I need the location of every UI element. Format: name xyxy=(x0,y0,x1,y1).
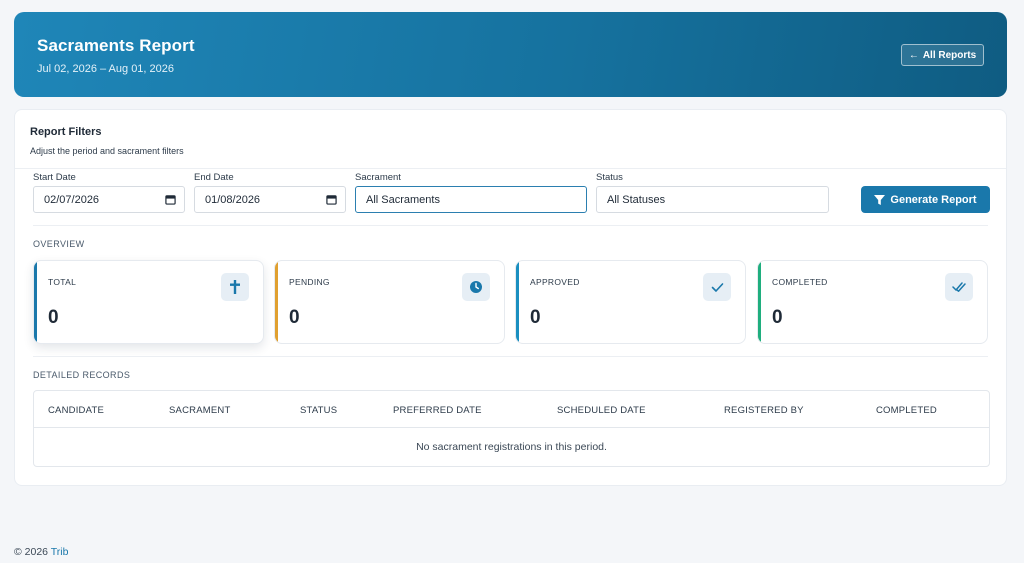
check-icon xyxy=(703,273,731,301)
column-header: SCHEDULED DATE xyxy=(557,405,646,416)
stat-value: 0 xyxy=(289,307,300,328)
column-header: COMPLETED xyxy=(876,405,937,416)
filters-title: Report Filters xyxy=(30,126,102,138)
divider xyxy=(33,225,988,226)
records-table: CANDIDATE SACRAMENT STATUS PREFERRED DAT… xyxy=(33,390,990,467)
stat-accent-bar xyxy=(516,261,519,343)
empty-state-message: No sacrament registrations in this perio… xyxy=(416,441,607,453)
page-title: Sacraments Report xyxy=(37,36,195,55)
stat-value: 0 xyxy=(48,307,59,328)
filters-description: Adjust the period and sacrament filters xyxy=(30,146,184,156)
cross-icon xyxy=(221,273,249,301)
generate-report-button[interactable]: Generate Report xyxy=(861,186,990,213)
stat-label: APPROVED xyxy=(530,277,580,287)
stat-value: 0 xyxy=(530,307,541,328)
stat-label: TOTAL xyxy=(48,277,77,287)
stat-value: 0 xyxy=(772,307,783,328)
arrow-left-icon: ← xyxy=(908,49,919,61)
stat-accent-bar xyxy=(34,261,37,343)
stat-label: PENDING xyxy=(289,277,330,287)
calendar-icon[interactable] xyxy=(165,194,176,205)
status-select[interactable]: All Statuses xyxy=(596,186,829,213)
start-date-input[interactable]: 02/07/2026 xyxy=(33,186,185,213)
start-date-value: 02/07/2026 xyxy=(44,193,100,206)
clock-icon xyxy=(462,273,490,301)
date-range-subtitle: Jul 02, 2026 – Aug 01, 2026 xyxy=(37,63,175,75)
column-header: STATUS xyxy=(300,405,338,416)
sacrament-select[interactable]: All Sacraments xyxy=(355,186,587,213)
calendar-icon[interactable] xyxy=(326,194,337,205)
brand-link[interactable]: Trib xyxy=(51,546,69,558)
footer: © 2026 Trib xyxy=(14,546,68,558)
report-header: Sacraments Report Jul 02, 2026 – Aug 01,… xyxy=(14,12,1007,97)
stat-accent-bar xyxy=(758,261,761,343)
stat-label: COMPLETED xyxy=(772,277,828,287)
sacrament-label: Sacrament xyxy=(355,172,401,183)
overview-label: OVERVIEW xyxy=(33,239,85,249)
column-header: REGISTERED BY xyxy=(724,405,804,416)
stat-card-approved: APPROVED 0 xyxy=(515,260,746,344)
copyright-text: © 2026 xyxy=(14,546,49,558)
double-check-icon xyxy=(945,273,973,301)
end-date-input[interactable]: 01/08/2026 xyxy=(194,186,346,213)
status-label: Status xyxy=(596,172,623,183)
generate-report-label: Generate Report xyxy=(890,193,977,206)
filter-icon xyxy=(874,194,886,205)
end-date-label: End Date xyxy=(194,172,234,183)
detailed-records-label: DETAILED RECORDS xyxy=(33,370,131,380)
column-header: CANDIDATE xyxy=(48,405,104,416)
table-header: CANDIDATE SACRAMENT STATUS PREFERRED DAT… xyxy=(34,391,989,428)
stat-card-completed: COMPLETED 0 xyxy=(757,260,988,344)
all-reports-button[interactable]: ← All Reports xyxy=(901,44,984,66)
stat-card-total: TOTAL 0 xyxy=(33,260,264,344)
start-date-label: Start Date xyxy=(33,172,76,183)
stat-card-pending: PENDING 0 xyxy=(274,260,505,344)
divider xyxy=(33,356,988,357)
divider xyxy=(15,168,1006,169)
status-value: All Statuses xyxy=(607,193,666,206)
stat-accent-bar xyxy=(275,261,278,343)
end-date-value: 01/08/2026 xyxy=(205,193,261,206)
column-header: PREFERRED DATE xyxy=(393,405,482,416)
report-card: Report Filters Adjust the period and sac… xyxy=(14,109,1007,486)
all-reports-label: All Reports xyxy=(922,49,977,61)
sacrament-value: All Sacraments xyxy=(366,193,440,206)
column-header: SACRAMENT xyxy=(169,405,231,416)
